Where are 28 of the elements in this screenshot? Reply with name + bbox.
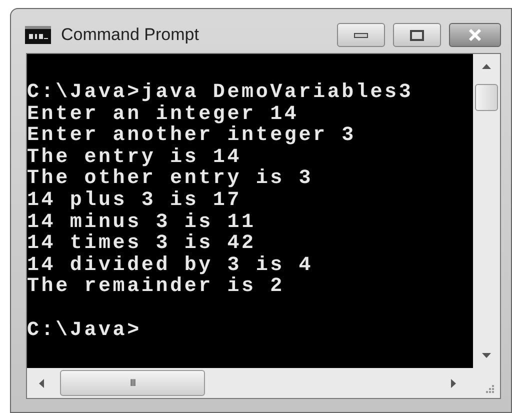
console-line: 14 times 3 is 42 — [27, 232, 256, 256]
vertical-scrollbar[interactable] — [473, 54, 500, 368]
console-line: 14 plus 3 is 17 — [27, 188, 242, 212]
maximize-button[interactable] — [393, 23, 441, 47]
console-icon — [25, 26, 51, 44]
grip-mark: III — [130, 376, 136, 390]
resize-grip-icon[interactable] — [486, 384, 495, 394]
minimize-button[interactable] — [337, 23, 385, 47]
close-icon — [468, 29, 482, 41]
horizontal-scroll-thumb[interactable]: III — [60, 370, 205, 396]
console-line: 14 divided by 3 is 4 — [27, 254, 314, 277]
console-line: C:\Java>java DemoVariables3 — [27, 81, 414, 104]
window-title: Command Prompt — [61, 24, 199, 46]
close-button[interactable] — [449, 23, 501, 47]
console-line: The other entry is 3 — [27, 167, 314, 190]
console-line: Enter another integer 3 — [27, 124, 356, 148]
scroll-down-icon[interactable] — [482, 353, 492, 358]
scroll-thumb[interactable] — [475, 84, 498, 111]
console-line: The remainder is 2 — [27, 275, 284, 298]
scroll-left-icon[interactable] — [39, 378, 44, 388]
console-line: 14 minus 3 is 11 — [27, 210, 256, 234]
scroll-right-icon[interactable] — [451, 378, 456, 388]
console-line: The entry is 14 — [27, 146, 242, 169]
maximize-icon — [410, 30, 424, 40]
console-line: C:\Java> — [27, 318, 142, 342]
scroll-up-icon[interactable] — [482, 64, 492, 69]
console-line: Enter an integer 14 — [27, 102, 299, 126]
minimize-icon — [354, 32, 368, 38]
